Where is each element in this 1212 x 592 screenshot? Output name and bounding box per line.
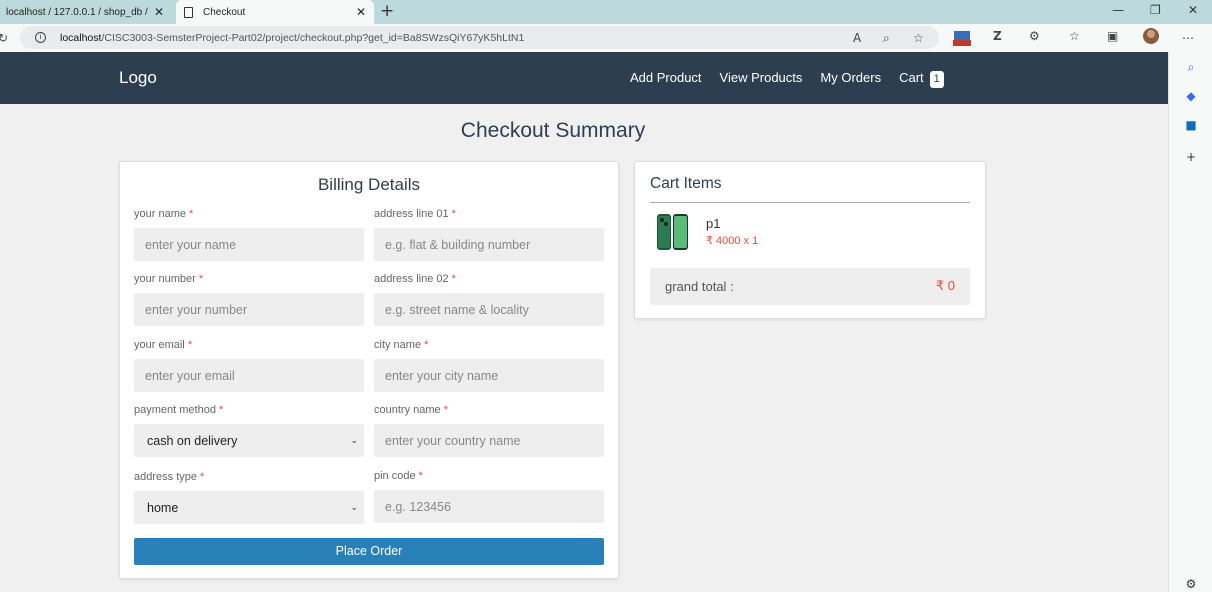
tab-checkout[interactable]: Checkout ✕: [176, 0, 374, 24]
nav-links: Add Product View Products My Orders Cart…: [630, 70, 944, 88]
copilot-icon[interactable]: ◆: [1184, 89, 1198, 103]
chevron-down-icon: ⌄: [350, 435, 358, 445]
nav-cart[interactable]: Cart 1: [899, 70, 944, 88]
email-field-group: your email *: [134, 339, 364, 392]
read-aloud-icon[interactable]: A: [853, 31, 861, 45]
payment-method-select[interactable]: cash on delivery ⌄: [134, 424, 364, 457]
profile-avatar[interactable]: [1142, 27, 1160, 48]
close-tab-icon[interactable]: ✕: [356, 5, 366, 19]
name-label: your name *: [134, 208, 194, 220]
pin-field-group: pin code *: [374, 470, 604, 523]
city-field-group: city name *: [374, 339, 604, 392]
address-type-select[interactable]: home ⌄: [134, 491, 364, 524]
cart-label: Cart: [899, 70, 924, 85]
place-order-button[interactable]: Place Order: [134, 538, 604, 565]
tab-phpmyadmin[interactable]: localhost / 127.0.0.1 / shop_db / ✕: [0, 0, 172, 24]
site-info-icon[interactable]: i: [35, 32, 46, 43]
payment-field-group: payment method * cash on delivery ⌄: [134, 404, 364, 457]
product-thumbnail: [657, 214, 688, 250]
number-input[interactable]: [134, 293, 364, 326]
add-icon[interactable]: +: [1184, 150, 1198, 164]
tab-title: Checkout: [203, 6, 246, 18]
pin-label: pin code *: [374, 470, 423, 482]
site-header: Logo Add Product View Products My Orders…: [0, 52, 1168, 104]
address-line-2-input[interactable]: [374, 293, 604, 326]
url-field[interactable]: i localhost/CISC3003-SemsterProject-Part…: [20, 26, 939, 49]
nav-my-orders[interactable]: My Orders: [820, 70, 881, 88]
country-input[interactable]: [374, 424, 604, 457]
pin-code-input[interactable]: [374, 490, 604, 523]
address2-label: address line 02 *: [374, 273, 456, 285]
favorites-icon[interactable]: ☆: [1069, 29, 1080, 43]
site-logo[interactable]: Logo: [119, 68, 157, 88]
email-input[interactable]: [134, 359, 364, 392]
extension-icon[interactable]: [953, 29, 971, 50]
new-tab-icon[interactable]: +: [380, 1, 394, 21]
billing-heading: Billing Details: [317, 175, 421, 194]
z-extension-icon[interactable]: Z: [993, 29, 1002, 43]
zoom-icon[interactable]: ⌕: [883, 31, 890, 46]
address1-label: address line 01 *: [374, 208, 456, 220]
chevron-down-icon: ⌄: [350, 502, 358, 512]
address-type-value: home: [147, 500, 179, 515]
search-icon[interactable]: ⌕: [1184, 60, 1198, 74]
country-label: country name *: [374, 404, 448, 416]
close-window-icon[interactable]: ✕: [1188, 3, 1198, 17]
billing-form: Billing Details your name * address line…: [119, 161, 619, 579]
refresh-icon[interactable]: ↻: [0, 31, 8, 45]
address2-field-group: address line 02 *: [374, 273, 604, 326]
page-icon: [184, 6, 193, 18]
cart-items-panel: Cart Items p1 ₹ 4000 x 1 grand total : ₹…: [634, 161, 986, 319]
address-type-label: address type *: [134, 471, 205, 483]
nav-view-products[interactable]: View Products: [720, 70, 803, 88]
address-type-field-group: address type * home ⌄: [134, 471, 364, 524]
cart-item-name: p1: [706, 216, 721, 231]
cart-heading: Cart Items: [650, 175, 722, 192]
grand-total-label: grand total :: [665, 279, 734, 294]
tab-title: localhost / 127.0.0.1 / shop_db /: [6, 6, 148, 18]
cart-count-badge: 1: [929, 71, 944, 88]
favorite-add-icon[interactable]: ☆: [913, 31, 924, 45]
country-field-group: country name *: [374, 404, 604, 457]
cart-item-price: ₹ 4000 x 1: [706, 235, 759, 247]
extensions-icon[interactable]: ⚙: [1029, 29, 1040, 43]
browser-sidebar: ⌕ ◆ ■ + ⚙: [1168, 52, 1212, 592]
number-field-group: your number *: [134, 273, 364, 326]
outlook-icon[interactable]: ■: [1184, 118, 1198, 132]
url-text: localhost/CISC3003-SemsterProject-Part02…: [60, 31, 525, 44]
page-title: Checkout Summary: [460, 119, 646, 142]
payment-label: payment method *: [134, 404, 224, 416]
grand-total-value: ₹ 0: [935, 278, 955, 293]
grand-total-box: grand total : ₹ 0: [650, 268, 970, 305]
minimize-icon[interactable]: —: [1112, 3, 1124, 17]
payment-method-value: cash on delivery: [147, 433, 238, 448]
restore-icon[interactable]: ❐: [1150, 3, 1161, 17]
close-tab-icon[interactable]: ✕: [154, 5, 164, 19]
number-label: your number *: [134, 273, 204, 285]
nav-add-product[interactable]: Add Product: [630, 70, 702, 88]
settings-icon[interactable]: ⚙: [1184, 577, 1198, 591]
divider: [650, 202, 970, 203]
more-menu-icon[interactable]: …: [1182, 28, 1194, 42]
email-label: your email *: [134, 339, 193, 351]
city-input[interactable]: [374, 359, 604, 392]
collections-icon[interactable]: ▣: [1107, 29, 1118, 43]
city-label: city name *: [374, 339, 429, 351]
address1-field-group: address line 01 *: [374, 208, 604, 261]
browser-tab-bar: localhost / 127.0.0.1 / shop_db / ✕ Chec…: [0, 0, 1212, 24]
name-input[interactable]: [134, 228, 364, 261]
address-line-1-input[interactable]: [374, 228, 604, 261]
name-field-group: your name *: [134, 208, 364, 261]
address-bar-row: ↻ i localhost/CISC3003-SemsterProject-Pa…: [0, 24, 1212, 52]
